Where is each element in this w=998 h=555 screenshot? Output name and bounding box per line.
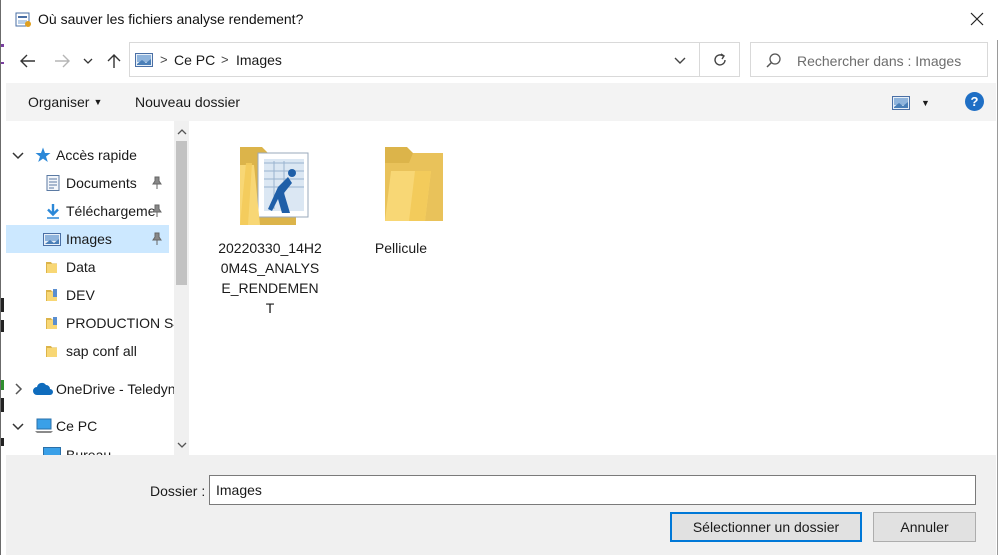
refresh-icon	[713, 52, 726, 66]
window-title: Où sauver les fichiers analyse rendement…	[38, 11, 304, 27]
chevron-down-icon[interactable]	[12, 419, 24, 431]
desktop-icon	[43, 447, 61, 455]
sidebar-item-quick-access[interactable]: Accès rapide	[6, 141, 169, 169]
organize-menu-button[interactable]: Organiser ▼	[28, 94, 102, 110]
document-folder-icon	[238, 141, 314, 229]
chevron-down-icon[interactable]	[12, 148, 24, 160]
navigation-pane: Accès rapide Documents Téléchargeme Imag…	[6, 121, 189, 455]
sidebar-item-production-s4[interactable]: PRODUCTION S4	[6, 309, 181, 337]
search-input[interactable]	[797, 51, 982, 71]
dialog-footer: Dossier : Sélectionner un dossier Annule…	[6, 455, 996, 555]
sidebar-item-label: OneDrive - Teledyne	[56, 381, 184, 397]
back-button[interactable]	[17, 50, 39, 72]
organize-label: Organiser	[28, 94, 90, 110]
back-arrow-icon	[20, 54, 35, 68]
scroll-up-arrow-icon[interactable]	[176, 126, 187, 138]
up-arrow-icon	[107, 54, 121, 68]
sidebar-item-dev[interactable]: DEV	[6, 281, 169, 309]
refresh-button[interactable]	[700, 42, 740, 77]
folder-item-pellicule[interactable]: Pellicule	[349, 135, 453, 305]
search-icon	[765, 52, 783, 70]
sidebar-item-label: Documents	[66, 175, 137, 191]
recent-locations-button[interactable]	[80, 50, 96, 72]
file-list: 20220330_14H20M4S_ANALYSE_RENDEMENT Pell…	[189, 121, 996, 455]
sidebar-item-documents[interactable]: Documents	[6, 169, 169, 197]
forward-arrow-icon	[55, 54, 70, 68]
sidebar-item-label: sap conf all	[66, 343, 137, 359]
sidebar-item-sap-conf-all[interactable]: sap conf all	[6, 337, 169, 365]
breadcrumb-this-pc[interactable]: Ce PC	[174, 52, 215, 68]
sidebar-item-label: Ce PC	[56, 418, 98, 434]
select-folder-button[interactable]: Sélectionner un dossier	[670, 512, 862, 542]
breadcrumb-images[interactable]: Images	[236, 52, 282, 68]
title-bar: Où sauver les fichiers analyse rendement…	[1, 0, 998, 40]
folder-name-input[interactable]	[209, 475, 976, 505]
sidebar-item-label: Data	[66, 259, 96, 275]
new-folder-button[interactable]: Nouveau dossier	[135, 94, 240, 110]
address-bar[interactable]: > Ce PC > Images	[129, 42, 700, 77]
up-button[interactable]	[103, 50, 125, 72]
close-icon	[970, 12, 984, 26]
folder-icon	[369, 141, 445, 229]
sidebar-item-this-pc[interactable]: Ce PC	[6, 412, 169, 440]
cloud-icon	[33, 382, 53, 398]
folder-name: 20220330_14H20M4S_ANALYSE_RENDEMENT	[218, 240, 322, 316]
sidebar-item-label: Téléchargeme	[66, 203, 156, 219]
pictures-icon	[43, 233, 61, 249]
download-icon	[45, 203, 61, 219]
computer-icon	[35, 418, 53, 434]
folder-item-analyse-rendement[interactable]: 20220330_14H20M4S_ANALYSE_RENDEMENT	[218, 135, 322, 316]
sidebar-item-label: PRODUCTION S4	[66, 315, 182, 331]
search-box	[750, 42, 988, 77]
navigation-scrollbar[interactable]	[174, 121, 189, 455]
sidebar-item-label: Accès rapide	[56, 147, 137, 163]
scrollbar-thumb[interactable]	[176, 141, 187, 285]
folder-icon	[45, 315, 61, 331]
chevron-right-icon[interactable]	[12, 382, 24, 395]
caret-down-icon: ▼	[921, 98, 930, 108]
help-button[interactable]: ?	[965, 92, 984, 111]
sidebar-item-label: DEV	[66, 287, 95, 303]
view-options-button[interactable]: ▼	[892, 93, 936, 113]
app-icon	[15, 11, 32, 28]
pin-icon	[151, 176, 163, 190]
cancel-button[interactable]: Annuler	[873, 512, 976, 542]
star-icon	[35, 147, 51, 163]
view-thumbnail-icon	[892, 96, 910, 110]
sidebar-item-downloads[interactable]: Téléchargeme	[6, 197, 169, 225]
sidebar-item-data[interactable]: Data	[6, 253, 169, 281]
breadcrumb-separator-icon: >	[160, 52, 168, 67]
folder-icon	[45, 259, 61, 275]
folder-name: Pellicule	[374, 240, 428, 256]
sidebar-item-label: Bureau	[66, 447, 112, 455]
caret-down-icon: ▼	[93, 97, 103, 107]
chevron-down-icon	[674, 57, 686, 64]
forward-button[interactable]	[51, 50, 73, 72]
close-button[interactable]	[959, 4, 995, 34]
scroll-down-arrow-icon[interactable]	[176, 439, 187, 451]
pictures-location-icon	[135, 53, 153, 67]
folder-icon	[45, 343, 61, 359]
save-folder-dialog: Où sauver les fichiers analyse rendement…	[0, 0, 998, 555]
chevron-down-icon	[83, 58, 93, 64]
folder-icon	[45, 287, 61, 303]
folder-label: Dossier :	[150, 483, 206, 499]
sidebar-item-onedrive[interactable]: OneDrive - Teledyne	[6, 375, 183, 403]
pin-icon	[151, 232, 163, 246]
breadcrumb-separator-icon: >	[221, 52, 229, 67]
sidebar-item-images[interactable]: Images	[6, 225, 169, 253]
sidebar-item-label: Images	[66, 231, 112, 247]
command-bar: Organiser ▼ Nouveau dossier ▼ ?	[6, 83, 996, 121]
sidebar-item-desktop[interactable]: Bureau	[6, 441, 169, 455]
pin-icon	[151, 204, 163, 218]
address-dropdown-button[interactable]	[673, 53, 689, 67]
document-icon	[45, 175, 61, 191]
question-mark-icon: ?	[970, 94, 979, 109]
